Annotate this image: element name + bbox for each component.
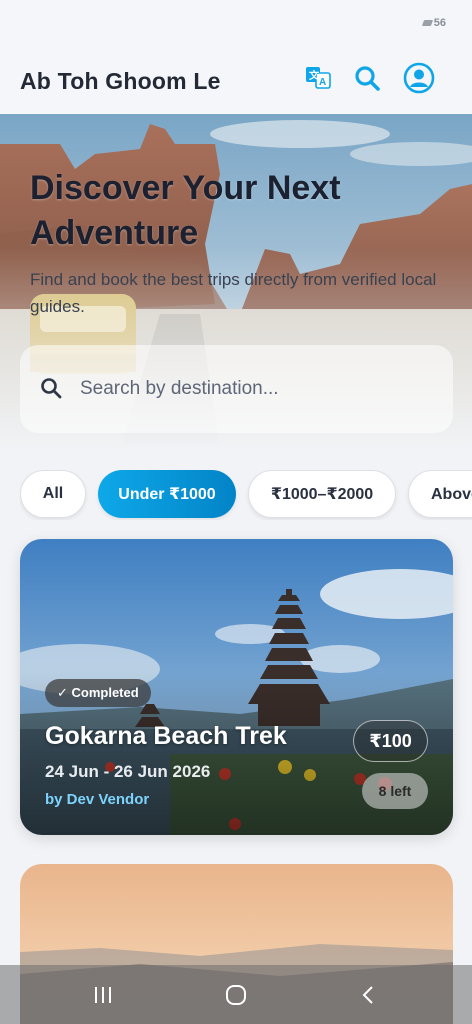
profile-icon[interactable] bbox=[403, 62, 435, 94]
price-filter-chips: All Under ₹1000 ₹1000–₹2000 Above ₹2000 bbox=[20, 470, 472, 520]
hero-section: Discover Your Next Adventure Find and bo… bbox=[0, 114, 472, 450]
status-bar: 56 bbox=[0, 0, 472, 48]
destination-search-box[interactable] bbox=[20, 345, 453, 433]
battery-icon bbox=[421, 20, 433, 26]
system-navigation-bar bbox=[0, 965, 472, 1024]
hero-subtitle: Find and book the best trips directly fr… bbox=[30, 270, 437, 316]
recent-apps-button[interactable] bbox=[88, 983, 118, 1007]
hero-title: Discover Your Next Adventure bbox=[30, 169, 341, 252]
back-button[interactable] bbox=[353, 983, 383, 1007]
battery-indicator: 56 bbox=[421, 17, 446, 29]
filter-chip-all[interactable]: All bbox=[20, 470, 86, 518]
trip-title: Gokarna Beach Trek bbox=[45, 722, 287, 750]
app-header: Ab Toh Ghoom Le 文 A bbox=[0, 48, 472, 114]
trip-card[interactable]: ✓ Completed Gokarna Beach Trek 24 Jun - … bbox=[20, 539, 453, 835]
trip-dates: 24 Jun - 26 Jun 2026 bbox=[45, 762, 211, 781]
filter-chip-above-2000[interactable]: Above ₹2000 bbox=[408, 470, 472, 518]
price-badge: ₹100 bbox=[353, 720, 428, 762]
trip-vendor-link[interactable]: by Dev Vendor bbox=[45, 791, 149, 808]
filter-chip-under-1000[interactable]: Under ₹1000 bbox=[98, 470, 236, 518]
status-badge: ✓ Completed bbox=[45, 679, 151, 707]
seats-left-badge: 8 left bbox=[362, 773, 428, 809]
destination-search-input[interactable] bbox=[80, 375, 430, 403]
search-icon bbox=[40, 377, 62, 404]
svg-text:A: A bbox=[319, 77, 326, 88]
filter-chip-1000-2000[interactable]: ₹1000–₹2000 bbox=[248, 470, 396, 518]
translate-icon[interactable]: 文 A bbox=[302, 62, 334, 94]
app-title: Ab Toh Ghoom Le bbox=[20, 68, 221, 94]
home-button[interactable] bbox=[221, 983, 251, 1007]
search-icon[interactable] bbox=[351, 62, 383, 94]
battery-level: 56 bbox=[433, 17, 446, 29]
